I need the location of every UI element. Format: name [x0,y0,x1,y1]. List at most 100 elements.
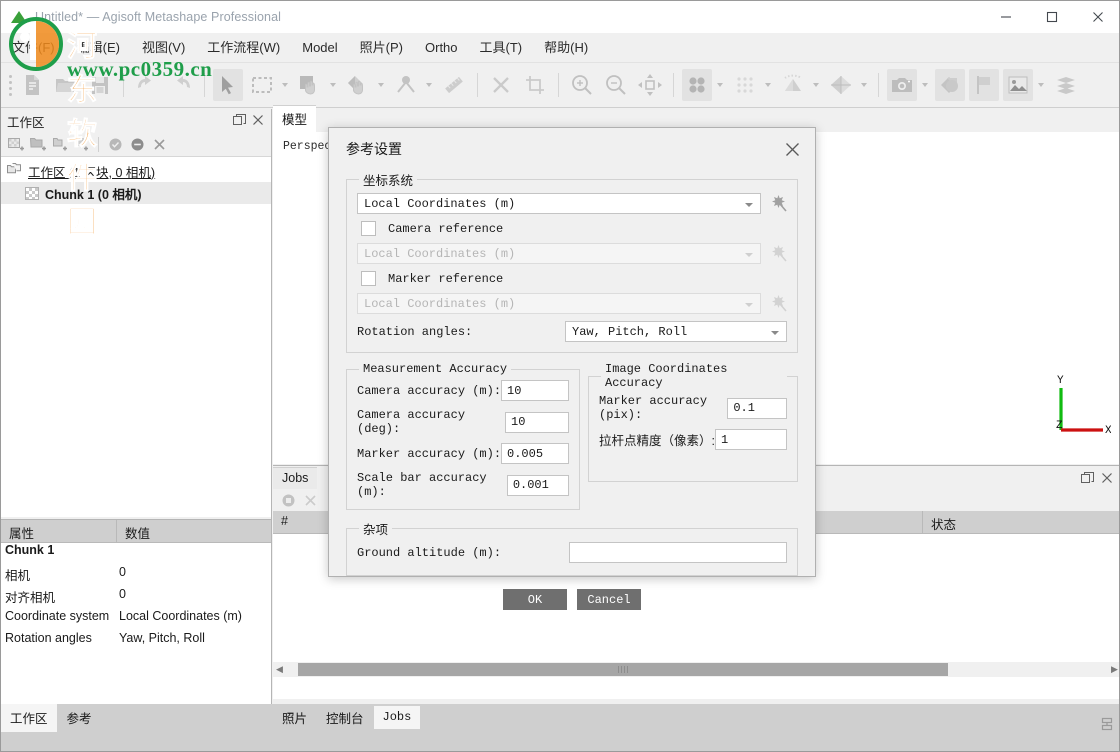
mesh-solid-icon[interactable] [826,69,856,101]
open-folder-icon[interactable] [51,69,81,101]
scroll-thumb[interactable] [298,663,948,676]
stop-icon[interactable] [279,491,297,509]
add-photos-icon[interactable] [28,135,48,155]
camera-icon[interactable] [887,69,917,101]
menu-file[interactable]: 文件(F) [1,36,66,59]
rotation-angles-combo[interactable]: Yaw, Pitch, Roll [565,321,787,342]
marker-coordinate-system-combo[interactable]: Local Coordinates (m) [357,293,761,314]
scale-region-dropdown-icon[interactable] [423,69,435,101]
properties-row[interactable]: 相机 0 [1,565,271,587]
undo-arrow-icon[interactable] [132,69,162,101]
minimize-icon[interactable] [983,1,1029,33]
bottom-tab-photos[interactable]: 照片 [273,704,316,732]
shapes-icon[interactable] [935,69,965,101]
enable-icon[interactable] [105,135,125,155]
tree-item-chunk-1[interactable]: Chunk 1 (0 相机) [1,182,271,204]
menu-help[interactable]: 帮助(H) [533,36,599,59]
scroll-track[interactable] [286,663,1108,676]
rotate-region-dropdown-icon[interactable] [375,69,387,101]
ground-altitude-input[interactable] [569,542,787,563]
rotate-region-icon[interactable] [343,69,373,101]
coordinate-system-wand-icon[interactable] [769,195,787,213]
scroll-left-arrow-icon[interactable]: ◀ [273,663,286,676]
properties-row[interactable]: Rotation angles Yaw, Pitch, Roll [1,631,271,653]
bottom-tab-jobs[interactable]: Jobs [374,706,421,729]
properties-row[interactable]: 对齐相机 0 [1,587,271,609]
bottom-tab-workspace[interactable]: 工作区 [1,704,57,732]
camera-accuracy-m-input[interactable]: 10 [501,380,569,401]
camera-accuracy-deg-input[interactable]: 10 [505,412,569,433]
rectangle-select-icon[interactable] [247,69,277,101]
menu-photo[interactable]: 照片(P) [349,36,414,59]
ok-button[interactable]: OK [503,589,567,610]
flag-icon[interactable] [969,69,999,101]
remove-icon[interactable] [149,135,169,155]
maximize-icon[interactable] [1029,1,1075,33]
zoom-in-icon[interactable] [567,69,597,101]
dense-cloud-dropdown-icon[interactable] [762,69,774,101]
jobs-horizontal-scrollbar[interactable]: ◀ ▶ [273,662,1120,677]
mesh-shaded-icon[interactable] [778,69,808,101]
float-panel-icon[interactable] [233,114,246,129]
point-cloud-dropdown-icon[interactable] [714,69,726,101]
scale-bar-accuracy-input[interactable]: 0.001 [507,475,569,496]
close-icon[interactable] [779,136,805,162]
close-panel-icon[interactable] [252,114,264,129]
layers-icon[interactable] [1051,69,1081,101]
camera-coordinate-system-combo[interactable]: Local Coordinates (m) [357,243,761,264]
camera-coordinate-wand-icon[interactable] [769,245,787,263]
scale-region-icon[interactable] [391,69,421,101]
close-panel-icon[interactable] [1101,471,1113,489]
bottom-tab-reference[interactable]: 参考 [58,704,101,732]
rectangle-select-dropdown-icon[interactable] [279,69,291,101]
image-marker-accuracy-input[interactable]: 0.1 [727,398,787,419]
add-marker-icon[interactable] [72,135,92,155]
jobs-col-status[interactable]: 状态 [923,511,1120,533]
move-region-dropdown-icon[interactable] [327,69,339,101]
zoom-out-icon[interactable] [601,69,631,101]
float-panel-icon[interactable] [1081,471,1094,489]
mesh-solid-dropdown-icon[interactable] [858,69,870,101]
redo-arrow-icon[interactable] [166,69,196,101]
point-cloud-icon[interactable] [682,69,712,101]
resize-grip-icon[interactable] [1099,716,1115,737]
marker-coordinate-wand-icon[interactable] [769,295,787,313]
disable-icon[interactable] [127,135,147,155]
scroll-right-arrow-icon[interactable]: ▶ [1108,663,1120,676]
new-document-icon[interactable] [17,69,47,101]
menu-model[interactable]: Model [291,36,348,59]
crop-icon[interactable] [520,69,550,101]
menu-view[interactable]: 视图(V) [131,36,196,59]
reset-view-icon[interactable] [635,69,665,101]
tree-item-workspace[interactable]: 工作区 (1 区块, 0 相机) [1,160,271,182]
add-folder-icon[interactable] [50,135,70,155]
cursor-arrow-icon[interactable] [213,69,243,101]
save-disk-icon[interactable] [85,69,115,101]
move-region-icon[interactable] [295,69,325,101]
delete-x-icon[interactable] [486,69,516,101]
menu-workflow[interactable]: 工作流程(W) [196,36,291,59]
texture-dropdown-icon[interactable] [1035,69,1047,101]
ruler-icon[interactable] [439,69,469,101]
texture-image-icon[interactable] [1003,69,1033,101]
cancel-button[interactable]: Cancel [577,589,641,610]
properties-row[interactable]: Chunk 1 [1,543,271,565]
bottom-tab-console[interactable]: 控制台 [317,704,373,732]
properties-row[interactable]: Coordinate system Local Coordinates (m) [1,609,271,631]
camera-reference-checkbox[interactable] [361,221,376,236]
menu-ortho[interactable]: Ortho [414,36,469,59]
clear-icon[interactable] [301,491,319,509]
camera-dropdown-icon[interactable] [919,69,931,101]
menu-tools[interactable]: 工具(T) [469,36,534,59]
toolbar-grip[interactable] [5,70,15,100]
mesh-shaded-dropdown-icon[interactable] [810,69,822,101]
close-icon[interactable] [1075,1,1120,33]
add-chunk-icon[interactable] [6,135,26,155]
tab-model[interactable]: 模型 [273,105,316,132]
marker-accuracy-m-input[interactable]: 0.005 [501,443,569,464]
menu-edit[interactable]: 编辑(E) [66,36,131,59]
coordinate-system-combo[interactable]: Local Coordinates (m) [357,193,761,214]
marker-reference-checkbox[interactable] [361,271,376,286]
tie-point-accuracy-input[interactable]: 1 [715,429,787,450]
dense-cloud-icon[interactable] [730,69,760,101]
